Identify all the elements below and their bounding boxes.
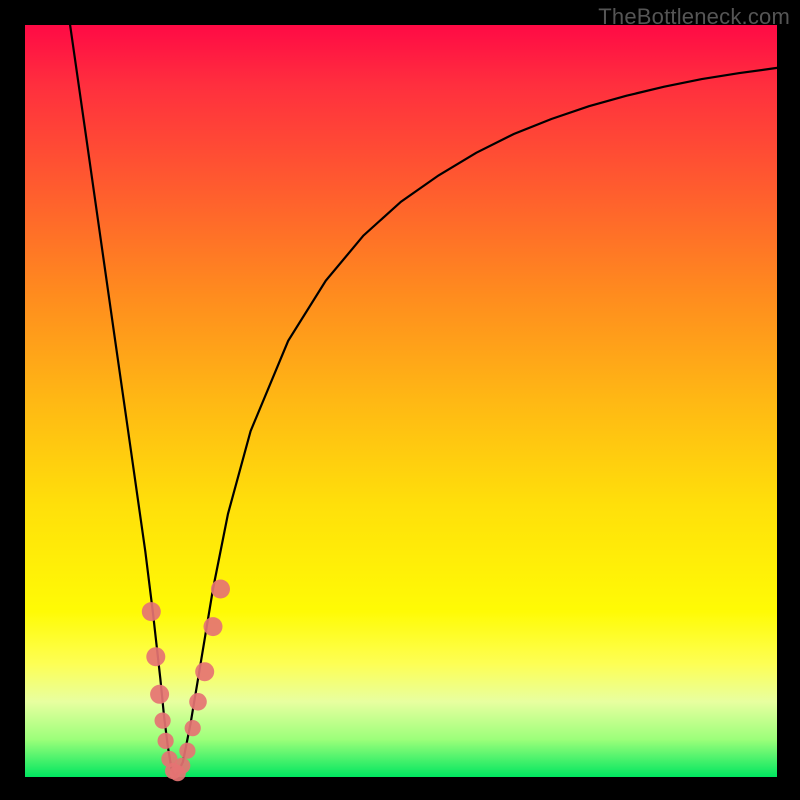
curve-marker <box>150 685 169 704</box>
curve-marker <box>195 662 214 681</box>
bottleneck-curve <box>70 25 777 777</box>
curve-marker <box>174 758 190 774</box>
curve-marker <box>189 693 207 711</box>
curve-marker <box>146 647 165 666</box>
curve-markers <box>142 580 230 782</box>
curve-marker <box>179 743 195 759</box>
chart-svg <box>25 25 777 777</box>
chart-frame: TheBottleneck.com <box>0 0 800 800</box>
chart-plot-area <box>25 25 777 777</box>
curve-marker <box>155 713 171 729</box>
watermark-text: TheBottleneck.com <box>598 4 790 30</box>
curve-marker <box>158 733 174 749</box>
curve-marker <box>211 580 230 599</box>
curve-marker <box>204 617 223 636</box>
curve-marker <box>185 720 201 736</box>
curve-marker <box>142 602 161 621</box>
